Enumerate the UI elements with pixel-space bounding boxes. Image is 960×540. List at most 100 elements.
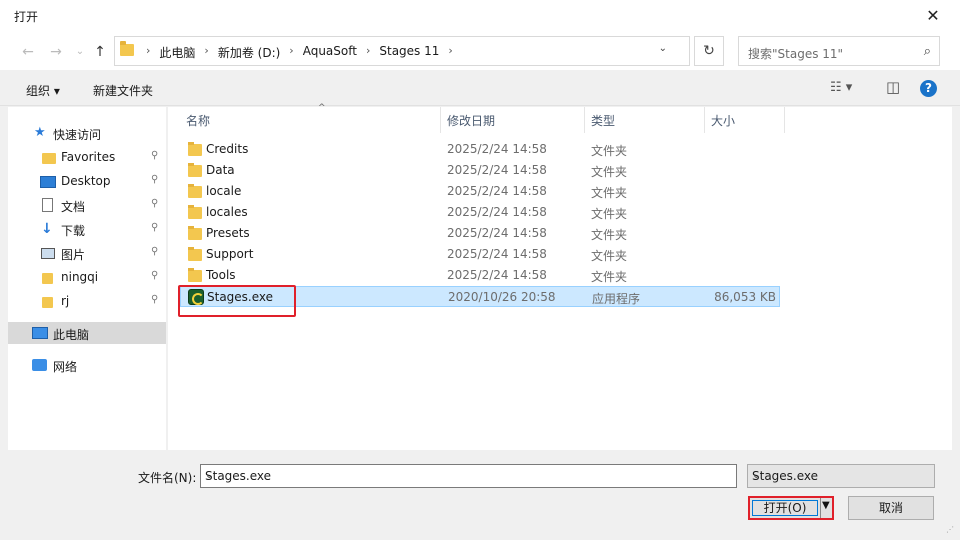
breadcrumb-this-pc[interactable]: 此电脑 — [159, 44, 195, 61]
breadcrumb-separator[interactable]: › — [448, 44, 452, 61]
up-arrow-icon[interactable]: ↑ — [90, 42, 110, 62]
forward-arrow-icon[interactable]: → — [46, 42, 66, 62]
column-header-size[interactable]: 大小 — [705, 107, 785, 133]
file-name: Tools — [206, 268, 236, 282]
pin-icon[interactable]: ⚲ — [151, 150, 158, 161]
file-list: 名称 ^ 修改日期 类型 大小 Credits 2025/2/24 14:58 … — [168, 103, 952, 450]
refresh-icon[interactable]: ↻ — [694, 36, 724, 66]
folder-icon — [120, 41, 134, 56]
preview-pane-icon[interactable]: ◫ — [886, 78, 900, 96]
resize-grip-icon[interactable]: ⋰ — [946, 525, 954, 534]
file-row-locale[interactable]: locale 2025/2/24 14:58 文件夹 — [180, 181, 780, 202]
close-icon[interactable]: ✕ — [916, 4, 950, 28]
sidebar-item-pictures[interactable]: 图片 ⚲ — [8, 242, 166, 264]
sidebar-item-network[interactable]: 网络 — [8, 354, 166, 376]
pin-icon[interactable]: ⚲ — [151, 294, 158, 305]
column-header-date[interactable]: 修改日期 — [441, 107, 585, 133]
column-header-name[interactable]: 名称 ^ — [180, 103, 441, 133]
breadcrumb-aquasoft[interactable]: AquaSoft — [303, 44, 357, 61]
file-date: 2025/2/24 14:58 — [447, 205, 547, 219]
search-input[interactable]: 搜索"Stages 11" ⌕ — [738, 36, 940, 66]
view-options-icon[interactable]: ☷ ▾ — [830, 80, 852, 95]
dialog-footer: 文件名(N): Stages.exe ⌄ Stages.exe ⌄ 打开(O) … — [0, 450, 960, 540]
open-button[interactable]: 打开(O) ▼ — [748, 496, 834, 520]
search-icon[interactable]: ⌕ — [924, 44, 931, 59]
file-name: Support — [206, 247, 254, 261]
breadcrumb-separator[interactable]: › — [204, 44, 208, 61]
sidebar-item-label: 图片 — [61, 248, 86, 262]
open-file-dialog: 打开 ✕ ← → ⌄ ↑ › 此电脑 › 新加卷 (D:) › AquaSoft… — [0, 0, 960, 540]
organize-button[interactable]: 组织 ▾ — [26, 82, 60, 99]
star-icon: ★ — [34, 125, 46, 140]
folder-icon — [42, 273, 53, 284]
cancel-button[interactable]: 取消 — [848, 496, 934, 520]
sidebar-item-this-pc[interactable]: 此电脑 — [8, 322, 166, 344]
sidebar-item-label: 此电脑 — [53, 328, 90, 342]
sidebar-item-downloads[interactable]: ↓ 下载 ⚲ — [8, 218, 166, 240]
new-folder-button[interactable]: 新建文件夹 — [93, 82, 153, 99]
file-date: 2025/2/24 14:58 — [447, 247, 547, 261]
sidebar-item-label: 网络 — [53, 360, 78, 374]
address-bar[interactable]: › 此电脑 › 新加卷 (D:) › AquaSoft › Stages 11 … — [114, 36, 690, 66]
sidebar-item-quick-access[interactable]: ★ 快速访问 — [8, 122, 166, 144]
document-icon — [42, 198, 53, 212]
pin-icon[interactable]: ⚲ — [151, 222, 158, 233]
folder-icon — [42, 153, 56, 164]
pin-icon[interactable]: ⚲ — [151, 174, 158, 185]
sidebar-item-label: 文档 — [61, 200, 86, 214]
open-options-arrow-icon[interactable]: ▼ — [822, 500, 830, 511]
file-row-locales[interactable]: locales 2025/2/24 14:58 文件夹 — [180, 202, 780, 223]
sidebar-item-desktop[interactable]: Desktop ⚲ — [8, 170, 166, 192]
sidebar-item-documents[interactable]: 文档 ⚲ — [8, 194, 166, 216]
sidebar-item-label: rj — [61, 294, 70, 308]
file-row-tools[interactable]: Tools 2025/2/24 14:58 文件夹 — [180, 265, 780, 286]
file-size: 86,053 KB — [714, 290, 776, 304]
sidebar-item-label: 下载 — [61, 224, 86, 238]
file-type: 文件夹 — [591, 144, 628, 158]
breadcrumb-stages[interactable]: Stages 11 — [379, 44, 439, 61]
file-row-presets[interactable]: Presets 2025/2/24 14:58 文件夹 — [180, 223, 780, 244]
pin-icon[interactable]: ⚲ — [151, 246, 158, 257]
chevron-down-icon[interactable]: ⌄ — [752, 470, 928, 481]
address-dropdown-icon[interactable]: ⌄ — [659, 43, 667, 54]
title-bar: 打开 ✕ — [0, 0, 960, 32]
file-date: 2025/2/24 14:58 — [447, 184, 547, 198]
file-date: 2025/2/24 14:58 — [447, 163, 547, 177]
file-row-data[interactable]: Data 2025/2/24 14:58 文件夹 — [180, 160, 780, 181]
breadcrumb-separator[interactable]: › — [366, 44, 370, 61]
chevron-down-icon[interactable]: ⌄ — [205, 470, 730, 481]
file-name: locales — [206, 205, 248, 219]
file-name: Presets — [206, 226, 250, 240]
file-type-select[interactable]: Stages.exe ⌄ — [747, 464, 935, 488]
split-divider — [820, 498, 821, 518]
folder-icon — [188, 184, 202, 198]
file-type: 文件夹 — [591, 270, 628, 284]
pin-icon[interactable]: ⚲ — [151, 198, 158, 209]
download-arrow-icon: ↓ — [41, 221, 53, 237]
sidebar-item-ningqi[interactable]: ningqi ⚲ — [8, 266, 166, 288]
file-date: 2025/2/24 14:58 — [447, 226, 547, 240]
open-button-label[interactable]: 打开(O) — [752, 500, 818, 516]
navigation-bar: ← → ⌄ ↑ › 此电脑 › 新加卷 (D:) › AquaSoft › St… — [0, 32, 960, 70]
breadcrumb-drive[interactable]: 新加卷 (D:) — [218, 44, 280, 61]
folder-icon — [188, 163, 202, 177]
sidebar-item-favorites[interactable]: Favorites ⚲ — [8, 146, 166, 168]
file-row-credits[interactable]: Credits 2025/2/24 14:58 文件夹 — [180, 139, 780, 160]
folder-icon — [188, 226, 202, 240]
breadcrumb-separator[interactable]: › — [289, 44, 293, 61]
file-row-support[interactable]: Support 2025/2/24 14:58 文件夹 — [180, 244, 780, 265]
file-name: Credits — [206, 142, 249, 156]
recent-locations-icon[interactable]: ⌄ — [70, 42, 90, 62]
sidebar-item-label: Favorites — [61, 150, 116, 164]
column-header-type[interactable]: 类型 — [585, 107, 705, 133]
sidebar-item-rj[interactable]: rj ⚲ — [8, 290, 166, 312]
help-icon[interactable]: ? — [920, 80, 937, 97]
pin-icon[interactable]: ⚲ — [151, 270, 158, 281]
desktop-icon — [40, 176, 56, 188]
column-header-label: 大小 — [711, 114, 736, 128]
filename-input[interactable]: Stages.exe ⌄ — [200, 464, 737, 488]
folder-icon — [188, 142, 202, 156]
back-arrow-icon[interactable]: ← — [18, 42, 38, 62]
computer-icon — [32, 327, 48, 339]
sidebar-item-label: Desktop — [61, 174, 111, 188]
